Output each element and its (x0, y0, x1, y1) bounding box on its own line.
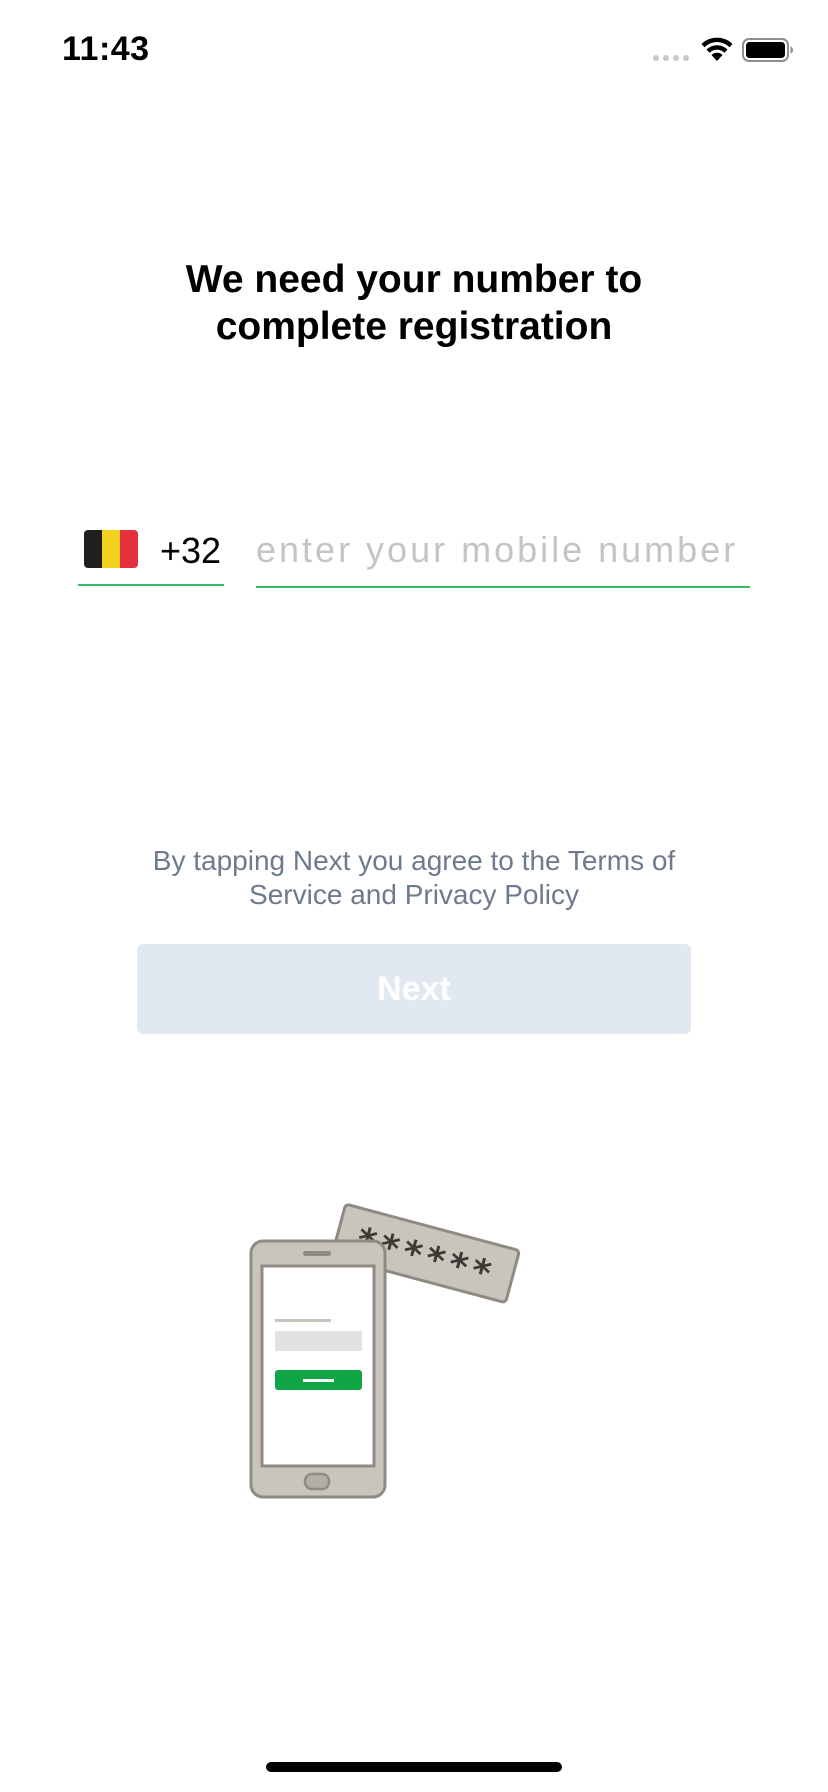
wifi-icon (701, 37, 733, 61)
belgium-flag-icon (84, 530, 138, 568)
country-code: +32 (160, 530, 222, 571)
flag-stripe-yellow (102, 530, 120, 568)
flag-stripe-red (120, 530, 138, 568)
title-line-2: complete registration (215, 305, 613, 348)
page-title: We need your number to complete registra… (0, 256, 828, 350)
phone-verification-illustration: ****** (249, 1203, 521, 1499)
terms-notice: By tapping Next you agree to the Terms o… (120, 844, 708, 912)
phone-screen (260, 1264, 376, 1468)
screen-button-label (303, 1379, 334, 1382)
battery-icon (742, 38, 793, 62)
flag-stripe-black (84, 530, 102, 568)
mobile-number-input[interactable] (256, 520, 750, 588)
home-indicator[interactable] (266, 1762, 562, 1772)
screen-label-line (275, 1319, 331, 1322)
screen-input-field (275, 1331, 362, 1351)
phone-home-button (303, 1472, 331, 1491)
phone-speaker (303, 1251, 331, 1256)
title-line-1: We need your number to (185, 258, 643, 301)
status-time: 11:43 (62, 30, 150, 68)
signal-dots-icon (653, 55, 689, 61)
terms-line-2: Service and Privacy Policy (249, 879, 579, 910)
country-code-picker[interactable]: +32 (78, 520, 224, 586)
status-bar: 11:43 (0, 0, 828, 100)
next-button[interactable]: Next (137, 944, 691, 1034)
terms-line-1: By tapping Next you agree to the Terms o… (152, 845, 676, 876)
